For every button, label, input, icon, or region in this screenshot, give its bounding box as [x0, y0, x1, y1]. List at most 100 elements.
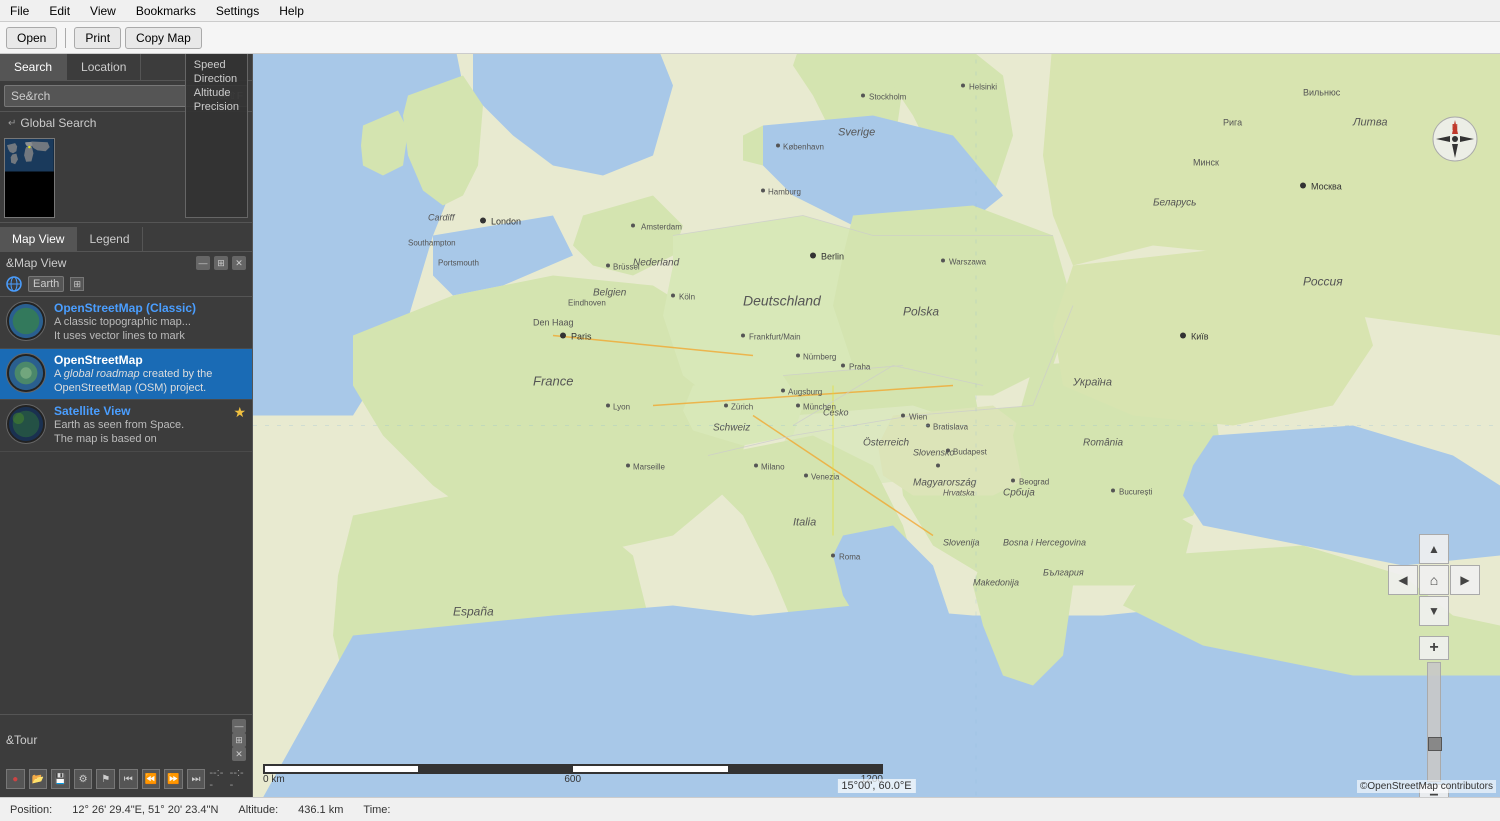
- menu-settings[interactable]: Settings: [210, 2, 265, 20]
- zoom-plus-btn[interactable]: +: [1419, 636, 1449, 660]
- svg-text:Stockholm: Stockholm: [869, 93, 907, 102]
- menu-file[interactable]: File: [4, 2, 35, 20]
- view-legend-tabs: Map View Legend: [0, 227, 252, 252]
- svg-text:Köln: Köln: [679, 293, 695, 302]
- scale-seg-1: [263, 764, 418, 774]
- search-input[interactable]: [5, 86, 215, 106]
- layer-item-satellite[interactable]: Satellite View Earth as seen from Space.…: [0, 400, 252, 452]
- tab-map-view[interactable]: Map View: [0, 227, 77, 251]
- zoom-track[interactable]: [1427, 662, 1441, 782]
- scale-line: [263, 754, 883, 774]
- tour-title: &Tour: [6, 733, 37, 747]
- svg-text:France: France: [533, 374, 573, 389]
- layer-item-classic[interactable]: OpenStreetMap (Classic) A classic topogr…: [0, 297, 252, 349]
- svg-text:România: România: [1083, 438, 1123, 449]
- svg-text:Warszawa: Warszawa: [949, 258, 987, 267]
- direction-row[interactable]: Direction: [194, 72, 239, 86]
- svg-text:Hamburg: Hamburg: [768, 188, 801, 197]
- speed-row[interactable]: Speed: [194, 58, 239, 72]
- tour-add-flag-btn[interactable]: ⚑: [96, 769, 115, 789]
- tour-record-btn[interactable]: ●: [6, 769, 25, 789]
- svg-text:Berlin: Berlin: [821, 252, 844, 262]
- tour-header: &Tour — ⊞ ✕: [6, 719, 246, 761]
- svg-text:Polska: Polska: [903, 305, 939, 319]
- tour-rewind-btn[interactable]: ⏮: [119, 769, 138, 789]
- zoom-slider-container: + −: [1419, 636, 1449, 797]
- menu-help[interactable]: Help: [273, 2, 310, 20]
- compass[interactable]: N: [1430, 114, 1480, 164]
- svg-text:Frankfurt/Main: Frankfurt/Main: [749, 333, 801, 342]
- tab-search[interactable]: Search: [0, 54, 67, 80]
- tour-prev-btn[interactable]: ⏪: [142, 769, 161, 789]
- svg-text:Eindhoven: Eindhoven: [568, 299, 606, 308]
- menu-bookmarks[interactable]: Bookmarks: [130, 2, 202, 20]
- earth-grid-icon[interactable]: ⊞: [70, 277, 84, 291]
- layer-thumb-satellite: [6, 404, 46, 444]
- open-button[interactable]: Open: [6, 27, 57, 49]
- pan-up-btn[interactable]: ▲: [1419, 534, 1449, 564]
- tab-legend[interactable]: Legend: [77, 227, 142, 251]
- status-bar: Position: 12° 26' 29.4"E, 51° 20' 23.4"N…: [0, 797, 1500, 821]
- layer-desc-classic: A classic topographic map...: [54, 315, 246, 329]
- menu-view[interactable]: View: [84, 2, 122, 20]
- svg-text:Roma: Roma: [839, 553, 861, 562]
- tab-location[interactable]: Location: [67, 54, 141, 80]
- tour-save-btn[interactable]: 💾: [51, 769, 70, 789]
- tour-open-btn[interactable]: 📂: [29, 769, 48, 789]
- svg-text:Italia: Italia: [793, 517, 816, 529]
- altitude-row[interactable]: Altitude: [194, 86, 239, 100]
- layer-star-satellite: ★: [233, 404, 246, 421]
- home-btn[interactable]: ⌂: [1419, 565, 1449, 595]
- svg-text:Литва: Литва: [1352, 117, 1387, 129]
- tour-forward-btn[interactable]: ⏭: [187, 769, 206, 789]
- globe-icon: [6, 276, 22, 292]
- pan-right-btn[interactable]: ▶: [1450, 565, 1480, 595]
- layer-desc-osm: A global roadmap created by the OpenStre…: [54, 367, 246, 396]
- tour-minimize-icon[interactable]: —: [232, 719, 246, 733]
- time-label: Time:: [363, 804, 390, 816]
- svg-text:Amsterdam: Amsterdam: [641, 223, 682, 232]
- copy-map-button[interactable]: Copy Map: [125, 27, 202, 49]
- position-label: Position:: [10, 804, 52, 816]
- svg-text:Magyarország: Magyarország: [913, 478, 977, 489]
- map-area[interactable]: London Paris Berlin Hamburg Amsterdam Br…: [253, 54, 1500, 797]
- sidebar: Search Location ⌘⇧F ↵ Global Search: [0, 54, 253, 797]
- tour-close-icon[interactable]: ✕: [232, 747, 246, 761]
- svg-text:Вильнюс: Вильнюс: [1303, 88, 1341, 98]
- svg-text:Belgien: Belgien: [593, 288, 627, 299]
- map-view-minimize-icon[interactable]: —: [196, 256, 210, 270]
- scale-label-0: 0 km: [263, 774, 285, 785]
- tour-grid-icon[interactable]: ⊞: [232, 733, 246, 747]
- svg-text:London: London: [491, 217, 521, 227]
- earth-dropdown[interactable]: Earth: [28, 276, 64, 292]
- zoom-thumb[interactable]: [1428, 737, 1442, 751]
- layer-thumb-osm: [6, 353, 46, 393]
- pan-down-btn[interactable]: ▼: [1419, 596, 1449, 626]
- altitude-value: 436.1 km: [298, 804, 343, 816]
- tour-end-time: --:--: [230, 767, 246, 791]
- print-button[interactable]: Print: [74, 27, 121, 49]
- tour-settings-btn[interactable]: ⚙: [74, 769, 93, 789]
- svg-text:Bosna i Hercegovina: Bosna i Hercegovina: [1003, 538, 1086, 548]
- menu-edit[interactable]: Edit: [43, 2, 76, 20]
- precision-row[interactable]: Precision: [194, 100, 239, 114]
- svg-text:Рига: Рига: [1223, 118, 1242, 128]
- svg-text:Cesko: Cesko: [823, 408, 849, 418]
- map-view-grid-icon[interactable]: ⊞: [214, 256, 228, 270]
- pan-left-btn[interactable]: ◀: [1388, 565, 1418, 595]
- mini-map[interactable]: [4, 138, 55, 218]
- svg-text:N: N: [1452, 123, 1458, 132]
- tour-header-controls: — ⊞ ✕: [232, 719, 246, 761]
- svg-text:Zürich: Zürich: [731, 403, 753, 412]
- layer-desc-satellite: Earth as seen from Space.: [54, 418, 225, 432]
- map-svg: London Paris Berlin Hamburg Amsterdam Br…: [253, 54, 1500, 797]
- tour-next-btn[interactable]: ⏩: [164, 769, 183, 789]
- svg-text:España: España: [453, 605, 494, 619]
- svg-text:Cardiff: Cardiff: [428, 213, 456, 223]
- map-view-close-icon[interactable]: ✕: [232, 256, 246, 270]
- layer-desc2-satellite: The map is based on: [54, 432, 225, 446]
- scale-seg-3: [573, 764, 728, 774]
- layer-item-osm[interactable]: OpenStreetMap A global roadmap created b…: [0, 349, 252, 401]
- svg-text:Österreich: Österreich: [863, 437, 910, 449]
- svg-text:Россия: Россия: [1303, 275, 1343, 289]
